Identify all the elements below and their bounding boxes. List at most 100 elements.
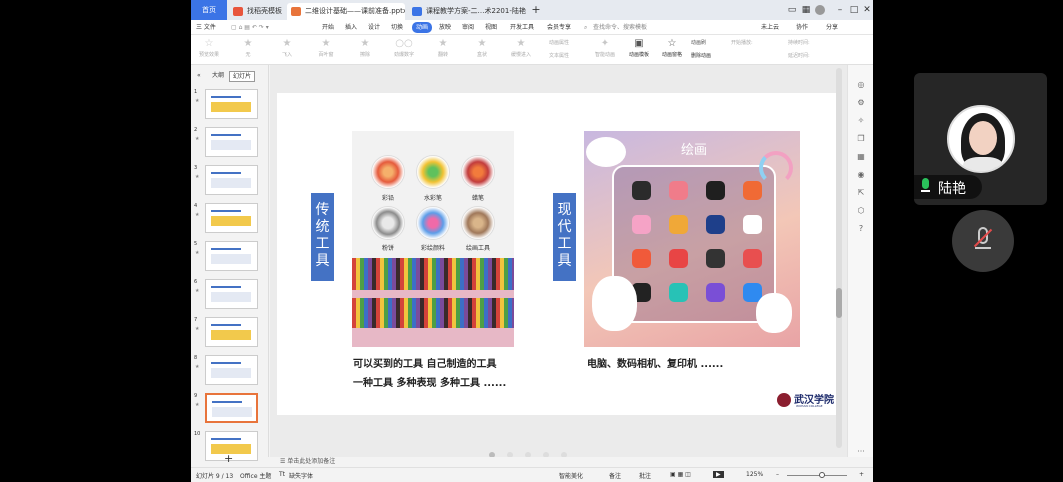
effect-none[interactable]: ★ 无 (233, 37, 263, 63)
cloud-status[interactable]: 未上云 (761, 22, 779, 33)
slide-thumbnail[interactable] (205, 355, 258, 385)
notes-area[interactable]: ☰ 单击此处添加备注 (270, 457, 873, 467)
menu-animation[interactable]: 动画 (412, 22, 433, 33)
collapse-pane-icon[interactable]: « (194, 71, 204, 80)
user-avatar-icon[interactable] (815, 5, 825, 15)
menu-design[interactable]: 设计 (368, 22, 380, 33)
comments-button[interactable]: 批注 (639, 471, 651, 480)
tab-slides[interactable]: 幻灯片 (229, 71, 256, 82)
effect-fly-in[interactable]: ★ 飞入 (272, 37, 302, 63)
help-icon[interactable]: ? (855, 224, 867, 233)
mic-muted-tile[interactable] (952, 210, 1014, 272)
star-icon: ★ (438, 38, 448, 49)
smart-animation-button[interactable]: ✦ 智能动画 (590, 37, 620, 63)
tab-templates-label: 找稻壳模板 (247, 7, 282, 15)
play-slideshow-icon[interactable]: ▶ (713, 471, 724, 478)
smart-animation-icon: ✦ (600, 38, 610, 49)
app-icon (669, 283, 688, 302)
tab-outline[interactable]: 大纲 (209, 71, 227, 80)
text-attr-dropdown[interactable]: 文本属性 (549, 52, 569, 59)
zoom-percent[interactable]: 125% (746, 471, 763, 478)
menu-slideshow[interactable]: 放映 (439, 22, 451, 33)
missing-font-icon[interactable]: Tt (279, 471, 285, 478)
tab-doc-file[interactable]: 课程教学方案-二…术2201-陆艳 (408, 3, 528, 20)
slide-thumbnail[interactable] (205, 393, 258, 423)
participant-video-tile[interactable]: 陆艳 (914, 73, 1047, 205)
animation-brush-button[interactable]: 动画刷 (691, 39, 706, 46)
zoom-slider-handle[interactable] (819, 472, 825, 478)
animation-attr-dropdown[interactable]: 动画属性 (549, 39, 569, 46)
delete-animation-button[interactable]: 删除动画 (691, 52, 711, 59)
menu-review[interactable]: 审阅 (462, 22, 474, 33)
location-icon[interactable]: ◉ (855, 170, 867, 179)
smart-beautify-button[interactable]: 智能美化 (559, 471, 583, 480)
effect-box[interactable]: ★ 盒状 (467, 37, 497, 63)
animation-template-button[interactable]: ▣ 动画模板 (624, 37, 654, 63)
effect-flip[interactable]: ★ 翻转 (428, 37, 458, 63)
close-icon[interactable]: ✕ (860, 3, 873, 17)
menu-file[interactable]: 三 文件 (196, 22, 216, 33)
quick-access-icons[interactable]: ▢ ⌂ ▤ ↶ ↷ ▾ (231, 22, 269, 33)
copy-icon[interactable]: ❐ (855, 134, 867, 143)
notes-button[interactable]: 备注 (609, 471, 621, 480)
menu-home[interactable]: 开始 (322, 22, 334, 33)
slide-thumbnail[interactable] (205, 241, 258, 271)
menu-member[interactable]: 会员专享 (547, 22, 571, 33)
missing-font-button[interactable]: 缺失字体 (289, 471, 313, 480)
slide-thumbnail[interactable] (205, 279, 258, 309)
effect-digits[interactable]: ○○ 劲爆数字 (389, 37, 419, 63)
grid-icon[interactable]: ▦ (799, 3, 813, 17)
layout-icon[interactable]: ▭ (785, 3, 799, 17)
menu-insert[interactable]: 插入 (345, 22, 357, 33)
current-slide[interactable]: 传统工具 彩铅 水彩笔 蜡笔 粉饼 彩绘颜料 绘画工具 现 代 工 具 绘画 可… (277, 93, 842, 415)
slide-thumbnail[interactable] (205, 165, 258, 195)
more-icon[interactable]: ··· (855, 447, 867, 456)
tab-ppt-file[interactable]: 二维设计基础——课前准备.pptx (287, 3, 405, 20)
preview-effect-button[interactable]: ☆ 预览效果 (194, 37, 224, 63)
scroll-thumb[interactable] (836, 288, 842, 318)
grid-layout-icon[interactable]: ▦ (855, 152, 867, 161)
minimize-icon[interactable]: – (833, 3, 847, 17)
command-search[interactable]: 查找命令、搜索模板 (593, 22, 647, 33)
slide-number: 9 (194, 393, 198, 399)
zoom-out-icon[interactable]: – (776, 471, 779, 478)
design-icon[interactable]: ◎ (855, 80, 867, 89)
cube-icon[interactable]: ⬡ (855, 206, 867, 215)
slide-thumbnail[interactable] (205, 89, 258, 119)
zoom-in-icon[interactable]: + (859, 471, 864, 478)
star-icon: ★ (282, 38, 292, 49)
traditional-tools-image: 彩铅 水彩笔 蜡笔 粉饼 彩绘颜料 绘画工具 (352, 131, 514, 347)
slide-thumbnail[interactable] (205, 127, 258, 157)
menu-developer[interactable]: 开发工具 (510, 22, 534, 33)
maximize-icon[interactable]: □ (847, 3, 861, 17)
tab-home[interactable]: 首页 (191, 0, 227, 20)
add-slide-plus-icon[interactable]: + (224, 452, 233, 465)
effect-slow-in[interactable]: ★ 缓慢进入 (506, 37, 536, 63)
pin-icon[interactable]: ✧ (855, 116, 867, 125)
effect-blinds[interactable]: ★ 百叶窗 (311, 37, 341, 63)
menu-transition[interactable]: 切换 (391, 22, 403, 33)
college-seal-icon (777, 393, 791, 407)
app-icon (706, 215, 725, 234)
search-icon[interactable]: ⌕ (584, 22, 587, 33)
tab-templates[interactable]: 找稻壳模板 (229, 3, 284, 20)
slide-thumbnail[interactable] (205, 203, 258, 233)
traditional-tools-text: 传统工具 (315, 202, 330, 269)
menu-view[interactable]: 视图 (485, 22, 497, 33)
new-tab-plus-icon[interactable]: + (529, 3, 543, 17)
zoom-slider[interactable] (787, 475, 847, 476)
right-side-toolbar: ◎ ⚙ ✧ ❐ ▦ ◉ ⇱ ⬡ ? ··· (847, 65, 873, 457)
normal-view-icon[interactable]: ▣ ▦ ◫ (670, 471, 691, 478)
participant-name-tag: 陆艳 (914, 175, 982, 199)
export-icon[interactable]: ⇱ (855, 188, 867, 197)
slide-thumbnail[interactable] (205, 317, 258, 347)
effect-wipe[interactable]: ★ 擦除 (350, 37, 380, 63)
share-button[interactable]: 分享 (826, 22, 838, 33)
animation-pane-button[interactable]: ☆ 动画窗格 (657, 37, 687, 63)
collab-button[interactable]: 协作 (796, 22, 808, 33)
vertical-scrollbar[interactable] (836, 68, 842, 448)
settings-icon[interactable]: ⚙ (855, 98, 867, 107)
duration-label: 持续时间: (788, 40, 810, 46)
caption-right: 电脑、数码相机、复印机 ...... (587, 359, 724, 370)
delay-label: 延迟时间: (788, 53, 810, 59)
